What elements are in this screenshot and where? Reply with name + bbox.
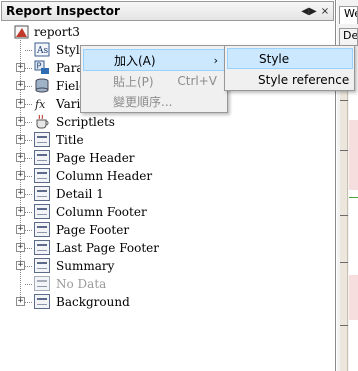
context-menu: 加入(A) › 貼上(P) Ctrl+V 變更順序... — [80, 45, 228, 113]
svg-text:fx: fx — [34, 98, 46, 111]
minimize-icon[interactable]: ◀▶ — [301, 6, 317, 17]
menu-item-change-order[interactable]: 變更順序... — [83, 90, 225, 112]
tree-node-page-footer[interactable]: + Page Footer — [0, 221, 334, 239]
tree-node-label: Detail 1 — [56, 187, 104, 201]
ruler-tick — [340, 215, 348, 216]
panel-title: Report Inspector — [6, 4, 120, 18]
expand-icon[interactable]: + — [16, 63, 25, 72]
submenu-item-style-reference[interactable]: Style reference — [227, 69, 353, 90]
expand-icon[interactable]: + — [16, 189, 25, 198]
tree-node-label: Column Footer — [56, 205, 147, 219]
design-band — [349, 120, 358, 190]
tree-node-last-page-footer[interactable]: + Last Page Footer — [0, 239, 334, 257]
expand-icon[interactable]: + — [16, 117, 25, 126]
band-icon — [34, 258, 50, 273]
report-icon — [14, 25, 29, 39]
tree-node-label: Summary — [56, 259, 115, 273]
expand-icon[interactable]: + — [16, 297, 25, 306]
tree-root[interactable]: report3 — [0, 23, 334, 41]
styles-icon: As — [34, 42, 50, 57]
band-icon — [34, 294, 50, 309]
menu-item-label: 變更順序... — [113, 94, 173, 109]
svg-text:As: As — [36, 46, 48, 56]
panel-title-bar: Report Inspector ◀▶ × — [1, 1, 334, 21]
design-canvas[interactable] — [349, 48, 358, 371]
band-icon — [34, 150, 50, 165]
tree-node-label: Title — [56, 133, 84, 147]
menu-item-label: 貼上(P) — [113, 74, 154, 89]
close-icon[interactable]: × — [317, 6, 333, 17]
tree-node-summary[interactable]: + Summary — [0, 257, 334, 275]
submenu-arrow-icon: › — [213, 53, 218, 67]
ruler-tick — [340, 100, 348, 101]
menu-item-add[interactable]: 加入(A) › — [83, 49, 225, 71]
tree-root-label: report3 — [34, 25, 80, 39]
svg-text:P: P — [37, 62, 42, 71]
band-icon — [34, 132, 50, 147]
tree-node-label: Page Header — [56, 151, 135, 165]
parameters-icon: P — [34, 60, 49, 74]
band-icon — [34, 168, 50, 183]
add-submenu: Style Style reference — [224, 45, 355, 91]
tree-node-label: Last Page Footer — [56, 241, 159, 255]
tree-node-title[interactable]: + Title — [0, 131, 334, 149]
submenu-item-style[interactable]: Style — [227, 48, 353, 69]
expand-icon[interactable]: + — [16, 135, 25, 144]
fields-icon — [35, 78, 49, 93]
expand-icon[interactable]: + — [16, 171, 25, 180]
band-icon — [34, 186, 50, 201]
tree-node-column-footer[interactable]: + Column Footer — [0, 203, 334, 221]
tree-node-label: No Data — [56, 277, 107, 291]
vertical-ruler — [340, 48, 348, 371]
band-icon — [34, 222, 50, 237]
ruler-tick — [340, 262, 348, 263]
tree-node-label: Background — [56, 295, 130, 309]
tree-node-detail-1[interactable]: + Detail 1 — [0, 185, 334, 203]
tree-node-column-header[interactable]: + Column Header — [0, 167, 334, 185]
menu-item-shortcut: Ctrl+V — [177, 74, 217, 88]
tree-node-label: Page Footer — [56, 223, 130, 237]
margin-guide-line — [349, 197, 358, 198]
menu-item-label: 加入(A) — [114, 53, 156, 68]
expand-icon[interactable]: + — [16, 261, 25, 270]
tree-node-label: Column Header — [56, 169, 153, 183]
expand-icon[interactable]: + — [16, 81, 25, 90]
expand-icon[interactable]: + — [16, 207, 25, 216]
expand-icon[interactable]: + — [16, 99, 25, 108]
menu-item-paste[interactable]: 貼上(P) Ctrl+V — [83, 70, 225, 92]
tree-node-background[interactable]: + Background — [0, 293, 334, 311]
ruler-tick — [340, 325, 348, 326]
tree-node-scriptlets[interactable]: + Scriptlets — [0, 113, 334, 131]
band-icon — [34, 240, 50, 255]
tree-node-no-data[interactable]: No Data — [0, 275, 334, 293]
tree-node-page-header[interactable]: + Page Header — [0, 149, 334, 167]
design-band — [349, 275, 358, 320]
expand-icon[interactable]: + — [16, 225, 25, 234]
band-icon — [34, 204, 50, 219]
tab-designer[interactable]: De — [339, 28, 358, 46]
scriptlets-icon — [36, 114, 49, 129]
expand-icon[interactable]: + — [16, 243, 25, 252]
ruler-tick — [340, 150, 348, 151]
variables-icon: fx — [34, 98, 46, 111]
band-icon — [34, 276, 50, 291]
tab-welcome[interactable]: We — [339, 6, 358, 24]
tree-node-label: Scriptlets — [56, 115, 115, 129]
expand-icon[interactable]: + — [16, 153, 25, 162]
